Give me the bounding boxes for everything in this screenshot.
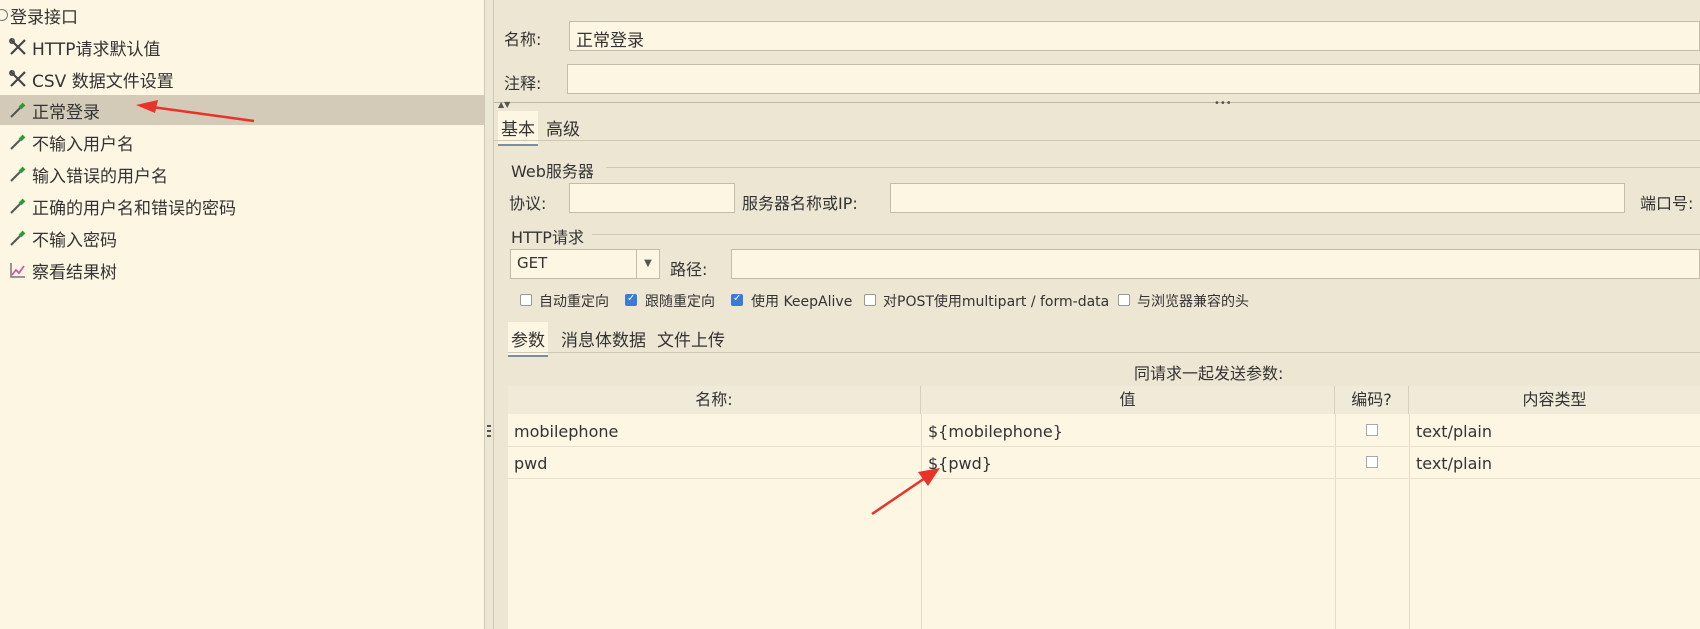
pane-splitter[interactable] (485, 0, 494, 629)
collapse-arrows-icon[interactable]: ▲▼ (498, 100, 510, 109)
multipart-label: 对POST使用multipart / form-data (883, 294, 1110, 310)
column-header-value[interactable]: 值 (921, 386, 1335, 414)
method-select[interactable]: GET ▼ (510, 249, 660, 279)
name-label: 名称: (504, 30, 542, 49)
browser-headers-label: 与浏览器兼容的头 (1137, 294, 1249, 310)
divider (508, 352, 1700, 353)
pipette-icon (8, 228, 28, 248)
encode-checkbox[interactable] (1366, 424, 1378, 436)
pipette-icon (8, 100, 28, 120)
test-plan-tree: 登录接口 HTTP请求默认值 CSV 数据文件设置 正常登录 不输入用户名 输入… (0, 0, 485, 629)
tree-item-label: CSV 数据文件设置 (32, 71, 174, 92)
auto-redirect-checkbox[interactable] (520, 294, 532, 306)
browser-headers-checkbox[interactable] (1118, 294, 1130, 306)
splitter-grip[interactable] (487, 425, 491, 439)
server-field[interactable] (890, 183, 1625, 213)
name-field[interactable]: 正常登录 (569, 21, 1700, 51)
encode-checkbox[interactable] (1366, 456, 1378, 468)
protocol-label: 协议: (509, 194, 547, 213)
tree-item-csv-config[interactable]: CSV 数据文件设置 (0, 64, 484, 94)
row-divider (508, 478, 1700, 479)
tree-item-wrong-username[interactable]: 输入错误的用户名 (0, 159, 484, 189)
tree-item-no-password[interactable]: 不输入密码 (0, 223, 484, 253)
column-header-name[interactable]: 名称: (508, 386, 921, 414)
column-header-encode[interactable]: 编码? (1335, 386, 1409, 414)
tree-item-label: 登录接口 (10, 7, 78, 28)
param-value[interactable]: ${mobilephone} (928, 422, 1063, 441)
pipette-icon (8, 196, 28, 216)
auto-redirect-label: 自动重定向 (539, 294, 609, 310)
param-content-type[interactable]: text/plain (1416, 454, 1492, 473)
tree-item-label: 正确的用户名和错误的密码 (32, 198, 236, 219)
wrench-icon (8, 69, 28, 89)
params-caption: 同请求一起发送参数: (1134, 364, 1284, 383)
tree-item-label: 正常登录 (32, 102, 100, 123)
drag-handle-icon[interactable]: ••• (1214, 98, 1232, 109)
tree-item-label: HTTP请求默认值 (32, 39, 161, 60)
pipette-icon (8, 132, 28, 152)
tree-item-http-defaults[interactable]: HTTP请求默认值 (0, 32, 484, 62)
path-field[interactable] (731, 249, 1700, 279)
tree-item-label: 不输入密码 (32, 230, 117, 251)
keepalive-checkbox[interactable] (731, 293, 743, 306)
tab-body-data[interactable]: 消息体数据 (558, 322, 649, 355)
web-server-legend: Web服务器 (511, 162, 594, 181)
protocol-field[interactable] (569, 183, 735, 213)
chart-icon (8, 260, 28, 280)
divider (494, 140, 1700, 141)
comment-label: 注释: (504, 74, 542, 93)
tree-item-label: 察看结果树 (32, 262, 117, 283)
param-content-type[interactable]: text/plain (1416, 422, 1492, 441)
http-request-panel: 名称: 正常登录 注释: ▲▼ ••• 基本 高级 Web服务器 协议: 服务器… (494, 0, 1700, 629)
annotation-arrow (871, 468, 940, 516)
method-value: GET (517, 254, 548, 272)
tree-item-results-tree[interactable]: 察看结果树 (0, 255, 484, 285)
tree-item-label: 输入错误的用户名 (32, 166, 168, 187)
path-label: 路径: (670, 260, 708, 279)
divider (494, 102, 1700, 103)
tree-item-wrong-password[interactable]: 正确的用户名和错误的密码 (0, 191, 484, 221)
annotation-arrow (136, 100, 255, 123)
tree-item-login-api[interactable]: 登录接口 (0, 0, 484, 30)
tab-file-upload[interactable]: 文件上传 (654, 322, 728, 355)
keepalive-label: 使用 KeepAlive (751, 294, 853, 310)
param-name[interactable]: mobilephone (514, 422, 618, 441)
param-name[interactable]: pwd (514, 454, 547, 473)
comment-field[interactable] (567, 64, 1700, 94)
tree-item-label: 不输入用户名 (32, 134, 134, 155)
column-header-content-type[interactable]: 内容类型 (1409, 386, 1700, 414)
row-divider (508, 446, 1700, 447)
divider (606, 167, 1700, 168)
thread-group-icon (0, 9, 8, 21)
port-label: 端口号: (1640, 194, 1694, 213)
http-request-legend: HTTP请求 (511, 228, 584, 247)
tree-item-no-username[interactable]: 不输入用户名 (0, 127, 484, 157)
follow-redirect-checkbox[interactable] (625, 293, 637, 306)
follow-redirect-label: 跟随重定向 (645, 294, 715, 310)
params-table: 名称: 值 编码? 内容类型 mobilephone ${mobilephone… (508, 386, 1700, 629)
pipette-icon (8, 164, 28, 184)
server-label: 服务器名称或IP: (742, 194, 858, 213)
wrench-icon (8, 37, 28, 57)
multipart-checkbox[interactable] (864, 294, 876, 306)
chevron-down-icon[interactable]: ▼ (636, 250, 659, 278)
divider (592, 234, 1700, 235)
